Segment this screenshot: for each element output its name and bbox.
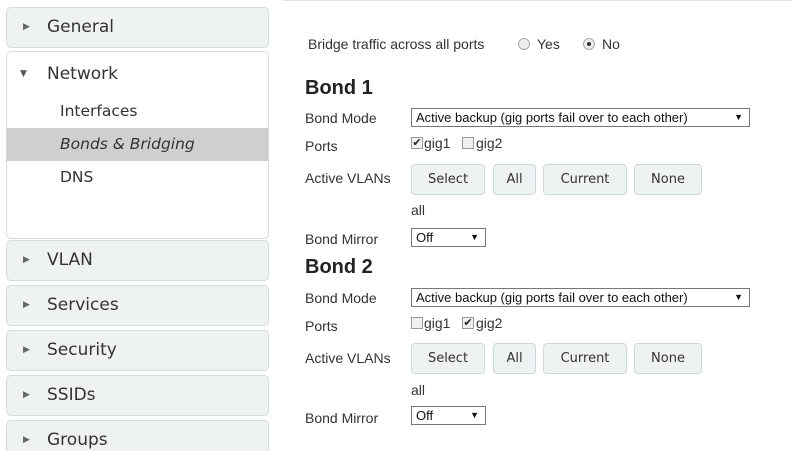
sidebar-section-label: VLAN xyxy=(47,250,93,270)
bond-2-mirror-label: Bond Mirror xyxy=(305,410,379,426)
bond-2-all-button[interactable]: All xyxy=(493,343,536,374)
sidebar-section-general[interactable]: ▶ General xyxy=(6,7,269,48)
check-icon: ✔ xyxy=(463,317,473,329)
sidebar-section-network: ▼ Network Interfaces Bonds & Bridging DN… xyxy=(6,51,269,239)
bond-1-none-button[interactable]: None xyxy=(634,164,702,195)
sidebar-section-label: Network xyxy=(47,64,118,84)
bond-1-vlans-label: Active VLANs xyxy=(305,170,391,186)
bond-2-gig2-label: gig2 xyxy=(476,315,503,331)
bond-1-mode-label: Bond Mode xyxy=(305,110,377,126)
bridge-no-radio[interactable] xyxy=(583,38,595,50)
bond-2-gig1-checkbox[interactable] xyxy=(411,317,423,329)
bond-1-mode-value: Active backup (gig ports fail over to ea… xyxy=(416,110,688,125)
bond-2-vlans-value: all xyxy=(411,382,426,398)
triangle-right-icon: ▶ xyxy=(23,300,30,310)
sidebar-section-label: Security xyxy=(47,340,117,360)
triangle-right-icon: ▶ xyxy=(23,345,30,355)
bond-2-vlans-label: Active VLANs xyxy=(305,350,391,366)
sidebar-section-label: Groups xyxy=(47,430,108,450)
bridge-traffic-label: Bridge traffic across all ports xyxy=(308,36,485,52)
bond-1-select-button[interactable]: Select xyxy=(411,164,485,195)
bond-2-mode-label: Bond Mode xyxy=(305,290,377,306)
triangle-right-icon: ▶ xyxy=(23,390,30,400)
sidebar-section-ssids[interactable]: ▶ SSIDs xyxy=(6,375,269,416)
sidebar-item-dns[interactable]: DNS xyxy=(7,161,268,194)
bond-1-ports-label: Ports xyxy=(305,138,338,154)
bond-2-select-button[interactable]: Select xyxy=(411,343,485,374)
triangle-right-icon: ▶ xyxy=(23,22,30,32)
caret-down-icon: ▼ xyxy=(470,232,479,242)
bond-2-mirror-select[interactable]: Off ▼ xyxy=(411,406,486,425)
caret-down-icon: ▼ xyxy=(734,112,743,122)
bridge-yes-label: Yes xyxy=(537,36,560,52)
check-icon: ✔ xyxy=(412,137,422,149)
bond-2-current-button[interactable]: Current xyxy=(543,343,627,374)
bond-1-mirror-value: Off xyxy=(416,230,434,245)
bond-1-current-button[interactable]: Current xyxy=(543,164,627,195)
main-content: Bridge traffic across all ports Yes No B… xyxy=(282,0,793,451)
bond-2-mirror-value: Off xyxy=(416,408,434,423)
bond-1-mode-select[interactable]: Active backup (gig ports fail over to ea… xyxy=(411,108,750,127)
sidebar-section-services[interactable]: ▶ Services xyxy=(6,285,269,326)
bond-1-mirror-select[interactable]: Off ▼ xyxy=(411,228,486,247)
sidebar-section-security[interactable]: ▶ Security xyxy=(6,330,269,371)
caret-down-icon: ▼ xyxy=(470,410,479,420)
bond-1-gig1-label: gig1 xyxy=(424,135,451,151)
sidebar-item-interfaces[interactable]: Interfaces xyxy=(7,95,268,128)
sidebar-section-vlan[interactable]: ▶ VLAN xyxy=(6,240,269,281)
bridge-no-label: No xyxy=(602,36,620,52)
bond-2-gig2-checkbox[interactable]: ✔ xyxy=(462,317,474,329)
sidebar-section-label: SSIDs xyxy=(47,385,96,405)
triangle-right-icon: ▶ xyxy=(23,435,30,445)
bond-2-none-button[interactable]: None xyxy=(634,343,702,374)
bond-1-gig1-checkbox[interactable]: ✔ xyxy=(411,137,423,149)
bond-2-mode-select[interactable]: Active backup (gig ports fail over to ea… xyxy=(411,288,750,307)
bond-1-mirror-label: Bond Mirror xyxy=(305,231,379,247)
bond-1-gig2-checkbox[interactable] xyxy=(462,137,474,149)
bond-1-all-button[interactable]: All xyxy=(493,164,536,195)
sidebar-section-groups[interactable]: ▶ Groups xyxy=(6,420,269,451)
bond-2-ports-label: Ports xyxy=(305,318,338,334)
caret-down-icon: ▼ xyxy=(734,292,743,302)
bond-2-gig1-label: gig1 xyxy=(424,315,451,331)
triangle-right-icon: ▶ xyxy=(23,255,30,265)
sidebar-section-network-header[interactable]: ▼ Network xyxy=(7,52,268,94)
bond-1-title: Bond 1 xyxy=(305,77,373,99)
bond-1-gig2-label: gig2 xyxy=(476,135,503,151)
bond-2-title: Bond 2 xyxy=(305,256,373,278)
bond-1-vlans-value: all xyxy=(411,202,426,218)
sidebar-item-bonds-bridging[interactable]: Bonds & Bridging xyxy=(7,128,268,161)
triangle-down-icon: ▼ xyxy=(20,69,27,79)
sidebar-section-label: Services xyxy=(47,295,119,315)
bond-2-mode-value: Active backup (gig ports fail over to ea… xyxy=(416,290,688,305)
sidebar-section-label: General xyxy=(47,17,114,37)
sidebar: ▶ General ▼ Network Interfaces Bonds & B… xyxy=(0,0,276,451)
bridge-yes-radio[interactable] xyxy=(518,38,530,50)
